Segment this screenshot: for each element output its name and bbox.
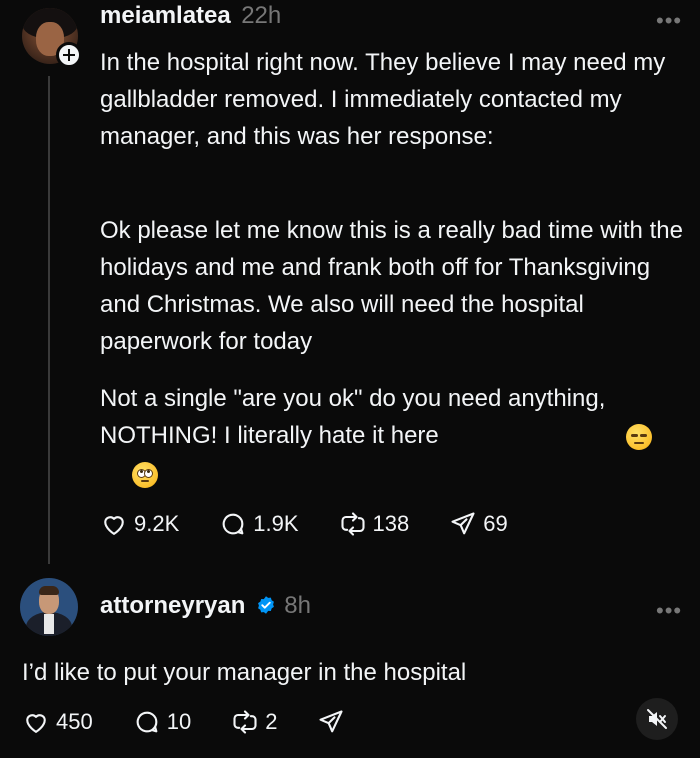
- post-actions: 450 10 2: [22, 708, 345, 736]
- timestamp: 8h: [284, 592, 311, 619]
- repost-count: 2: [265, 709, 278, 734]
- post-paragraph: Not a single "are you ok" do you need an…: [100, 380, 620, 454]
- thread-line: [48, 76, 50, 564]
- like-button[interactable]: 9.2K: [100, 510, 179, 538]
- avatar[interactable]: [20, 578, 78, 636]
- repost-icon: [233, 710, 257, 734]
- share-button[interactable]: 69: [449, 510, 508, 538]
- avatar-hair: [39, 586, 59, 595]
- verified-badge-icon: [257, 596, 274, 614]
- repost-count: 138: [372, 511, 410, 536]
- like-button[interactable]: 450: [22, 708, 93, 736]
- send-icon: [451, 512, 475, 535]
- heart-icon: [104, 516, 124, 535]
- more-options-icon[interactable]: •••: [656, 600, 682, 622]
- post-paragraph-text: Not a single "are you ok" do you need an…: [100, 385, 606, 449]
- post-header: meiamlatea 22h: [100, 2, 281, 30]
- post-header: attorneyryan 8h: [100, 592, 311, 620]
- username[interactable]: meiamlatea: [100, 2, 231, 29]
- repost-icon: [340, 512, 365, 536]
- heart-icon: [26, 714, 46, 733]
- more-options-icon[interactable]: •••: [656, 10, 682, 32]
- share-count: 69: [483, 511, 508, 536]
- reply-count: 10: [166, 709, 192, 734]
- comment-icon: [222, 513, 244, 535]
- speaker-muted-icon: [647, 709, 667, 729]
- follow-plus-icon[interactable]: [56, 42, 82, 68]
- comment-icon: [136, 711, 158, 733]
- timestamp: 22h: [241, 2, 282, 29]
- reply-button[interactable]: 1.9K: [219, 510, 299, 538]
- post-paragraph: In the hospital right now. They believe …: [100, 49, 666, 150]
- repost-button[interactable]: 2: [231, 708, 277, 736]
- reply-button[interactable]: 10: [133, 708, 191, 736]
- unamused-face-emoji: [626, 424, 652, 450]
- rolling-eyes-emoji: [132, 462, 159, 488]
- repost-button[interactable]: 138: [339, 510, 410, 538]
- avatar-shirt: [44, 614, 54, 634]
- send-icon: [319, 710, 344, 733]
- share-button[interactable]: [317, 708, 345, 736]
- like-count: 450: [56, 709, 93, 734]
- reply-count: 1.9K: [253, 511, 299, 536]
- post-paragraph: Ok please let me know this is a really b…: [100, 217, 683, 355]
- username[interactable]: attorneyryan: [100, 592, 245, 619]
- post-actions: 9.2K 1.9K 138 69: [100, 510, 508, 538]
- like-count: 9.2K: [134, 511, 180, 536]
- mute-button[interactable]: [636, 698, 678, 740]
- post-text: I’d like to put your manager in the hosp…: [22, 659, 467, 686]
